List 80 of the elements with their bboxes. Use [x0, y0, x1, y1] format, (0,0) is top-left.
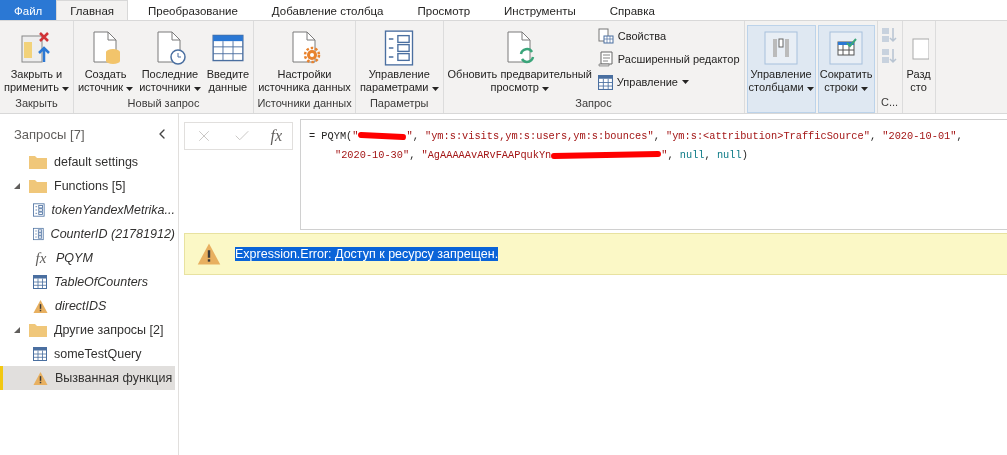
code-token: ,: [412, 130, 420, 142]
parameter-list-icon: [33, 226, 44, 242]
code-token: "2020-10-30": [335, 149, 410, 161]
warning-icon: [33, 370, 48, 386]
group-label: Параметры: [369, 97, 429, 109]
dropdown-caret-icon: [126, 87, 134, 91]
ribbon-small-button[interactable]: Свойства: [595, 25, 742, 47]
code-token: "ym:s:visits,ym:s:users,ym:s:bounces": [425, 130, 654, 142]
ribbon-button[interactable]: Создать источник: [75, 25, 136, 97]
code-token: null: [716, 149, 742, 161]
ribbon-button[interactable]: Настройки источника данных: [256, 25, 353, 97]
group-label: Закрыть: [15, 97, 58, 109]
folder-icon: [29, 323, 47, 337]
insert-function-button[interactable]: fx: [270, 127, 283, 145]
query-item[interactable]: Другие запросы [2]: [0, 318, 175, 342]
query-item[interactable]: TableOfCounters: [0, 270, 175, 294]
code-token: ": [352, 130, 359, 142]
ribbon-button[interactable]: Введите данные: [204, 25, 252, 97]
code-token: ": [661, 149, 668, 161]
code-token: ,: [704, 149, 712, 161]
dropdown-caret-icon: [431, 87, 439, 91]
parameter-list-icon: [33, 202, 45, 218]
code-token: ,: [409, 149, 417, 161]
code-token: ,: [869, 130, 878, 142]
code-token: = PQYM(: [309, 130, 353, 142]
ribbon-button[interactable]: Последние источники: [137, 25, 203, 97]
dropdown-caret-icon: [61, 87, 69, 91]
query-item[interactable]: CounterID (21781912): [0, 222, 175, 246]
ribbon-tab[interactable]: Главная: [56, 0, 129, 20]
scroll-document-icon: [597, 51, 614, 67]
sort-descending-icon[interactable]: [879, 46, 900, 66]
group-label: С...: [880, 96, 899, 108]
expand-triangle-icon[interactable]: [14, 183, 20, 189]
group-label: Новый запрос: [127, 97, 200, 109]
code-token: ,: [667, 149, 675, 161]
folder-icon: [29, 155, 47, 169]
code-token: ": [406, 130, 413, 142]
redaction-scribble: [358, 132, 407, 141]
query-item[interactable]: Вызванная функция: [0, 366, 175, 390]
function-icon: fx: [33, 249, 49, 267]
code-token: "2020-10-01": [882, 130, 957, 142]
ribbon-button[interactable]: Обновить предварительный просмотр: [445, 25, 594, 97]
error-message: Expression.Error: Доступ к ресурсу запрещен.: [235, 247, 499, 261]
properties-icon: [597, 28, 614, 44]
warning-icon: [33, 298, 48, 314]
ribbon-button[interactable]: Управление столбцами: [746, 25, 816, 113]
dropdown-caret-icon: [806, 87, 814, 91]
file-tab[interactable]: Файл: [0, 0, 57, 20]
group-label: Запрос: [575, 97, 612, 109]
ribbon-button[interactable]: Сократить строки: [817, 25, 875, 113]
ribbon-small-button[interactable]: Управление: [595, 71, 742, 93]
pane-title: Запросы [7]: [14, 126, 85, 142]
code-token: "AgAAAAAvARvFAAPqukYn: [421, 149, 552, 161]
columns-icon: [764, 31, 799, 65]
query-item[interactable]: fx PQYM: [0, 246, 175, 270]
dropdown-caret-icon: [193, 87, 201, 91]
sort-ascending-icon[interactable]: [879, 25, 900, 45]
folder-icon: [29, 179, 47, 193]
dropdown-caret-icon: [682, 80, 689, 84]
ribbon-button[interactable]: Разд сто: [904, 25, 933, 97]
query-item[interactable]: default settings: [0, 150, 175, 174]
dropdown-caret-icon: [541, 87, 549, 91]
query-item[interactable]: directIDS: [0, 294, 175, 318]
query-item[interactable]: tokenYandexMetrika...: [0, 198, 175, 222]
ribbon-button[interactable]: Управление параметрами: [357, 25, 441, 97]
expand-triangle-icon[interactable]: [14, 327, 20, 333]
code-token: "ym:s:<attribution>TrafficSource": [666, 130, 870, 142]
code-token: ): [741, 149, 748, 161]
code-token: ,: [956, 130, 963, 142]
group-label: Источники данных: [257, 97, 352, 109]
dropdown-caret-icon: [861, 87, 868, 91]
ribbon-small-button[interactable]: Расширенный редактор: [595, 48, 742, 70]
code-token: null: [679, 149, 705, 161]
table-check-icon: [829, 31, 864, 65]
ribbon-button[interactable]: Закрыть и применить: [2, 25, 71, 97]
code-token: ,: [653, 130, 661, 142]
query-item[interactable]: someTestQuery: [0, 342, 175, 366]
formula-editor[interactable]: = PQYM(" ", "ym:s:visits,ym:s:users,ym:s:bounces", "ym:s:<attribution>TrafficSource", "2020-10-01", "2020-10-30", "AgAAAAAvARvFAAPqukYn ", null, null): [300, 119, 1007, 230]
query-item[interactable]: Functions [5]: [0, 174, 175, 198]
warning-icon: [197, 242, 221, 266]
